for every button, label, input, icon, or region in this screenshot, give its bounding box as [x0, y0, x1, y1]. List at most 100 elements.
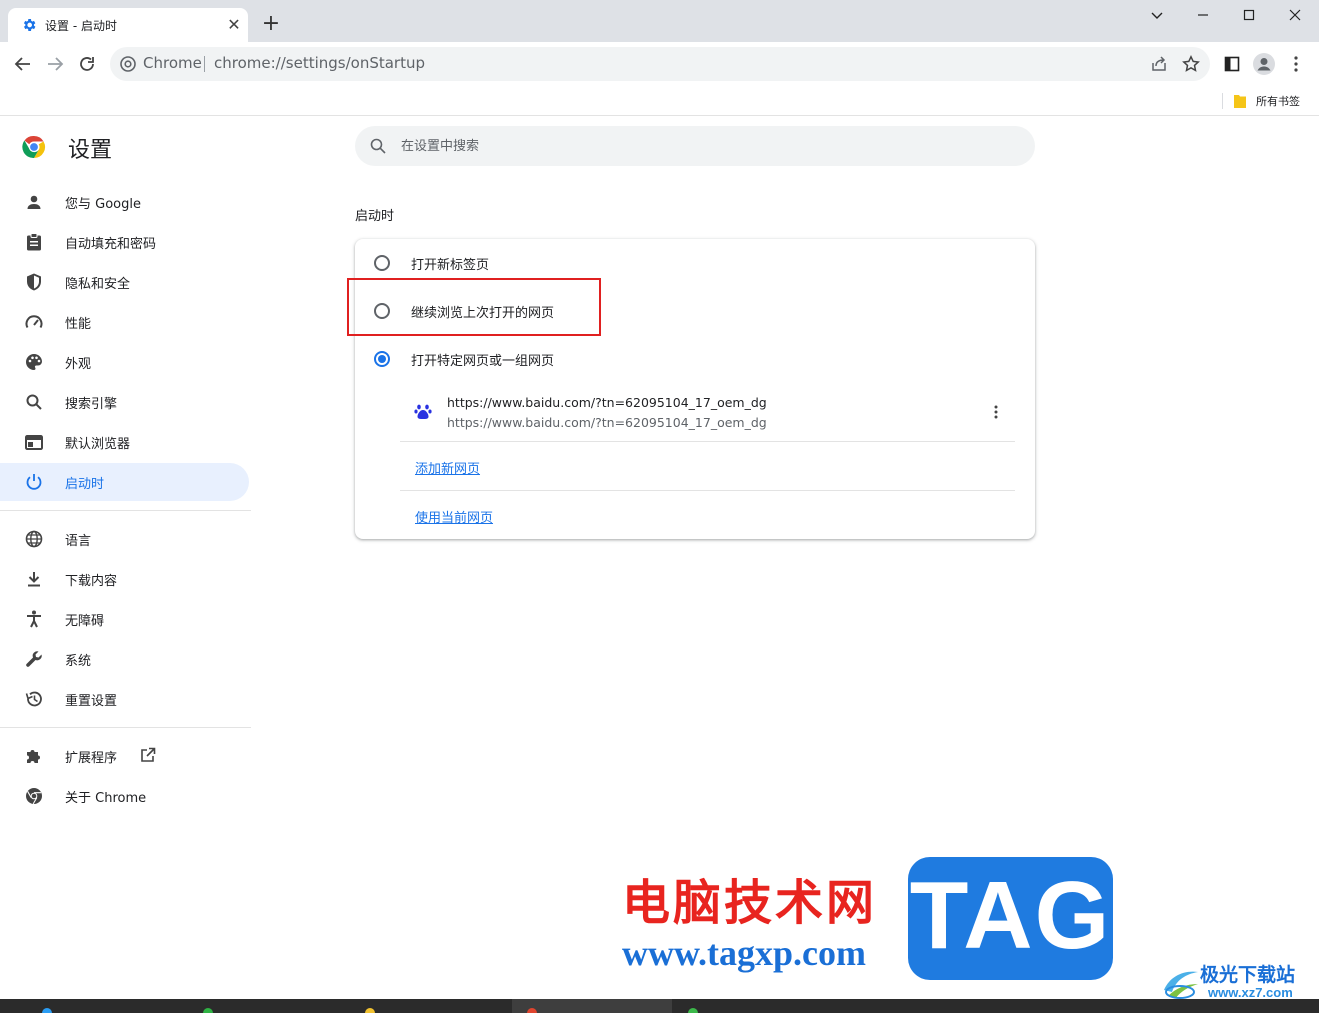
globe-icon [24, 529, 44, 549]
reload-button[interactable] [71, 48, 103, 80]
taskbar-app-icon[interactable] [527, 1008, 537, 1013]
settings-search[interactable] [355, 126, 1035, 166]
shield-icon [24, 272, 44, 292]
watermark-tag-text: TAG [909, 862, 1112, 969]
sidebar-item-label: 启动时 [65, 477, 105, 492]
profile-button[interactable] [1248, 48, 1280, 80]
side-panel-button[interactable] [1216, 48, 1248, 80]
more-vert-icon[interactable] [986, 402, 1006, 422]
accessibility-icon [24, 609, 44, 629]
speedometer-icon [24, 312, 44, 332]
reload-icon [80, 57, 94, 71]
add-new-page-link[interactable]: 添加新网页 [415, 458, 480, 477]
bookmarks-bar: 所有书签 [0, 86, 1319, 116]
sidebar-item-downloads[interactable]: 下载内容 [0, 560, 249, 598]
share-icon[interactable] [1150, 55, 1168, 73]
page-url: https://www.baidu.com/?tn=62095104_17_oe… [447, 415, 767, 430]
watermark-xz-en: www.xz7.com [1208, 985, 1293, 1000]
arrow-left-icon [14, 57, 30, 71]
watermark-xz-cn: 极光下载站 [1200, 964, 1296, 986]
sidebar-item-reset[interactable]: 重置设置 [0, 680, 249, 718]
site-name: Chrome [143, 54, 202, 72]
radio-label: 打开新标签页 [411, 258, 490, 273]
puzzle-icon [24, 746, 44, 766]
person-icon [24, 192, 44, 212]
radio-button[interactable] [374, 255, 390, 271]
palette-icon [24, 352, 44, 372]
radio-open-specific-pages[interactable]: 打开特定网页或一组网页 [355, 335, 1035, 381]
watermark-xz-logo: 极光下载站 www.xz7.com [1160, 960, 1310, 1004]
chevron-down-icon [1151, 12, 1163, 19]
forward-button[interactable] [39, 48, 71, 80]
use-current-pages-link[interactable]: 使用当前网页 [415, 507, 493, 526]
wrench-icon [24, 649, 44, 669]
maximize-icon [1243, 9, 1255, 21]
section-title: 启动时 [355, 209, 395, 224]
taskbar [0, 999, 1319, 1013]
sidebar-item-privacy[interactable]: 隐私和安全 [0, 263, 249, 301]
sidebar-item-accessibility[interactable]: 无障碍 [0, 600, 249, 638]
radio-button[interactable] [374, 351, 390, 367]
maximize-button[interactable] [1226, 0, 1272, 30]
annotation-highlight-box [347, 278, 601, 336]
sidebar-item-system[interactable]: 系统 [0, 640, 249, 678]
sidebar-item-label: 重置设置 [65, 694, 118, 709]
sidebar-item-autofill[interactable]: 自动填充和密码 [0, 223, 249, 261]
sidebar-item-label: 下载内容 [65, 574, 118, 589]
link-divider [400, 490, 1015, 491]
sidebar-item-label: 无障碍 [65, 614, 105, 629]
open-in-new-icon [140, 747, 156, 767]
star-icon[interactable] [1182, 55, 1200, 73]
search-input[interactable] [399, 134, 999, 158]
sidebar-item-performance[interactable]: 性能 [0, 303, 249, 341]
menu-button[interactable] [1280, 48, 1312, 80]
sidebar-item-label: 关于 Chrome [65, 791, 147, 806]
new-tab-button[interactable]: + [258, 12, 284, 38]
sidebar-item-label: 外观 [65, 357, 92, 372]
sidebar-item-label: 语言 [65, 534, 92, 549]
chrome-icon [120, 56, 136, 72]
taskbar-app-icon[interactable] [42, 1008, 52, 1013]
back-button[interactable] [7, 48, 39, 80]
sidebar-item-about-chrome[interactable]: 关于 Chrome [0, 777, 249, 815]
close-tab-icon[interactable]: ✕ [224, 15, 244, 35]
taskbar-app-icon[interactable] [688, 1008, 698, 1013]
tab-search-button[interactable] [1134, 0, 1180, 30]
close-window-button[interactable] [1272, 0, 1318, 30]
watermark-cn-text: 电脑技术网 [622, 875, 878, 931]
url-text[interactable]: chrome://settings/onStartup [214, 54, 425, 72]
radio-label: 打开特定网页或一组网页 [411, 354, 555, 369]
sidebar-item-extensions[interactable]: 扩展程序 [0, 737, 249, 775]
power-icon [24, 472, 44, 492]
arrow-right-icon [48, 57, 64, 71]
sidebar-item-default-browser[interactable]: 默认浏览器 [0, 423, 249, 461]
sidebar-item-label: 扩展程序 [65, 751, 118, 766]
address-bar[interactable]: Chrome chrome://settings/onStartup [110, 47, 1210, 81]
omnibox-divider [204, 56, 205, 72]
more-vert-icon [1294, 56, 1298, 72]
taskbar-app-icon[interactable] [203, 1008, 213, 1013]
sidebar-item-appearance[interactable]: 外观 [0, 343, 249, 381]
chrome-logo [22, 135, 46, 159]
close-icon [1289, 9, 1301, 21]
search-icon [370, 138, 386, 154]
sidebar-item-languages[interactable]: 语言 [0, 520, 249, 558]
minimize-button[interactable] [1180, 0, 1226, 30]
all-bookmarks-link[interactable]: 所有书签 [1256, 93, 1300, 109]
sidebar-item-label: 搜索引擎 [65, 397, 118, 412]
bookmarks-divider [1222, 93, 1223, 109]
tab-settings[interactable]: 设置 - 启动时 ✕ [8, 8, 248, 42]
search-icon [24, 392, 44, 412]
sidebar-item-label: 自动填充和密码 [65, 237, 157, 252]
sidebar-divider [0, 510, 251, 511]
sidebar-item-search-engine[interactable]: 搜索引擎 [0, 383, 249, 421]
sidebar-item-on-startup[interactable]: 启动时 [0, 463, 249, 501]
sidebar-item-label: 系统 [65, 654, 92, 669]
page-title: 设置 [68, 138, 113, 163]
avatar-icon [1253, 53, 1275, 75]
download-icon [24, 569, 44, 589]
sidebar-item-label: 隐私和安全 [65, 277, 131, 292]
gear-icon [23, 19, 36, 31]
sidebar-item-you-and-google[interactable]: 您与 Google [0, 183, 249, 221]
taskbar-app-icon[interactable] [365, 1008, 375, 1013]
